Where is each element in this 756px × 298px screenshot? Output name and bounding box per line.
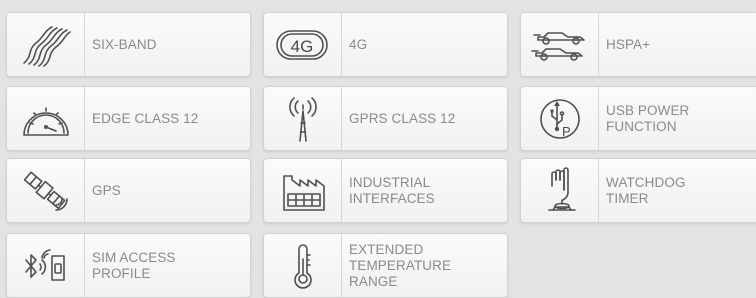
feature-label: SIX-BAND [92, 36, 157, 52]
race-car-icon [521, 13, 599, 76]
feature-card-gps: GPS [6, 158, 251, 223]
waves-icon [7, 13, 85, 76]
bluetooth-sim-icon [7, 234, 85, 297]
feature-label: GPS [92, 182, 121, 198]
feature-label: USB POWER FUNCTION [606, 102, 690, 134]
feature-card-six-band: SIX-BAND [6, 12, 251, 77]
feature-card-edge-class-12: EDGE CLASS 12 [6, 86, 251, 151]
feature-card-hspa: HSPA+ [520, 12, 756, 77]
feature-label: WATCHDOG TIMER [606, 174, 686, 206]
feature-label: EXTENDED TEMPERATURE RANGE [349, 241, 452, 289]
feature-label: 4G [349, 36, 368, 52]
feature-card-usb-power: P USB POWER FUNCTION [520, 86, 756, 151]
press-button-icon [521, 159, 599, 222]
feature-label: INDUSTRIAL INTERFACES [349, 174, 435, 206]
usb-power-icon: P [521, 87, 599, 150]
feature-card-gprs-class-12: GPRS CLASS 12 [263, 86, 508, 151]
feature-label: SIM ACCESS PROFILE [92, 249, 176, 281]
svg-text:P: P [562, 124, 571, 139]
feature-card-extended-temperature: EXTENDED TEMPERATURE RANGE [263, 233, 508, 298]
feature-card-4g: 4G 4G [263, 12, 508, 77]
speedometer-icon [7, 87, 85, 150]
feature-card-industrial-interfaces: INDUSTRIAL INTERFACES [263, 158, 508, 223]
4g-icon: 4G [264, 13, 342, 76]
thermometer-icon [264, 234, 342, 297]
antenna-tower-icon [264, 87, 342, 150]
feature-card-watchdog-timer: WATCHDOG TIMER [520, 158, 756, 223]
svg-text:4G: 4G [290, 37, 313, 56]
feature-label: HSPA+ [606, 36, 651, 52]
feature-grid: SIX-BAND 4G 4G HSPA+ EDGE CLASS 12 GPRS … [0, 0, 756, 298]
feature-card-sim-access-profile: SIM ACCESS PROFILE [6, 233, 251, 298]
feature-label: GPRS CLASS 12 [349, 110, 456, 126]
factory-icon [264, 159, 342, 222]
feature-label: EDGE CLASS 12 [92, 110, 199, 126]
satellite-icon [7, 159, 85, 222]
